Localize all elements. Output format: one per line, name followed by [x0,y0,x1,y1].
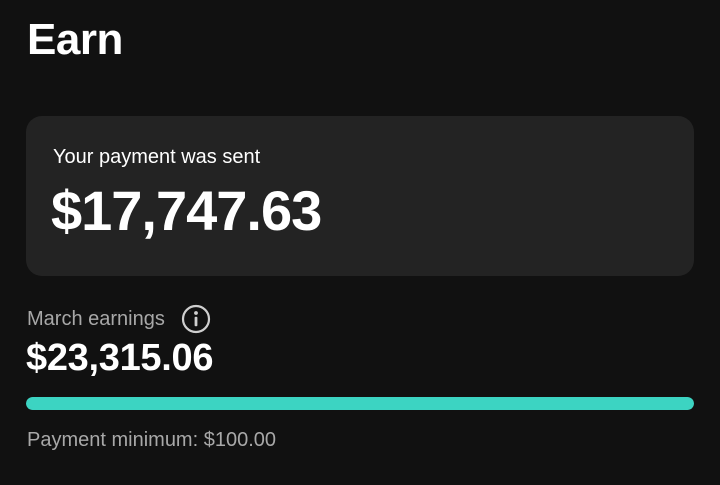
earnings-progress-fill [26,397,694,410]
info-icon[interactable] [181,304,211,334]
payment-sent-label: Your payment was sent [53,146,261,168]
payment-sent-amount: $17,747.63 [51,179,322,242]
page-title: Earn [27,15,123,64]
earnings-header: March earnings [27,304,211,334]
payment-minimum-text: Payment minimum: $100.00 [27,429,277,451]
payment-sent-card: Your payment was sent $17,747.63 [26,116,694,276]
earnings-progress-bar [26,397,694,410]
earnings-amount: $23,315.06 [26,337,214,379]
earnings-label: March earnings [27,308,165,330]
